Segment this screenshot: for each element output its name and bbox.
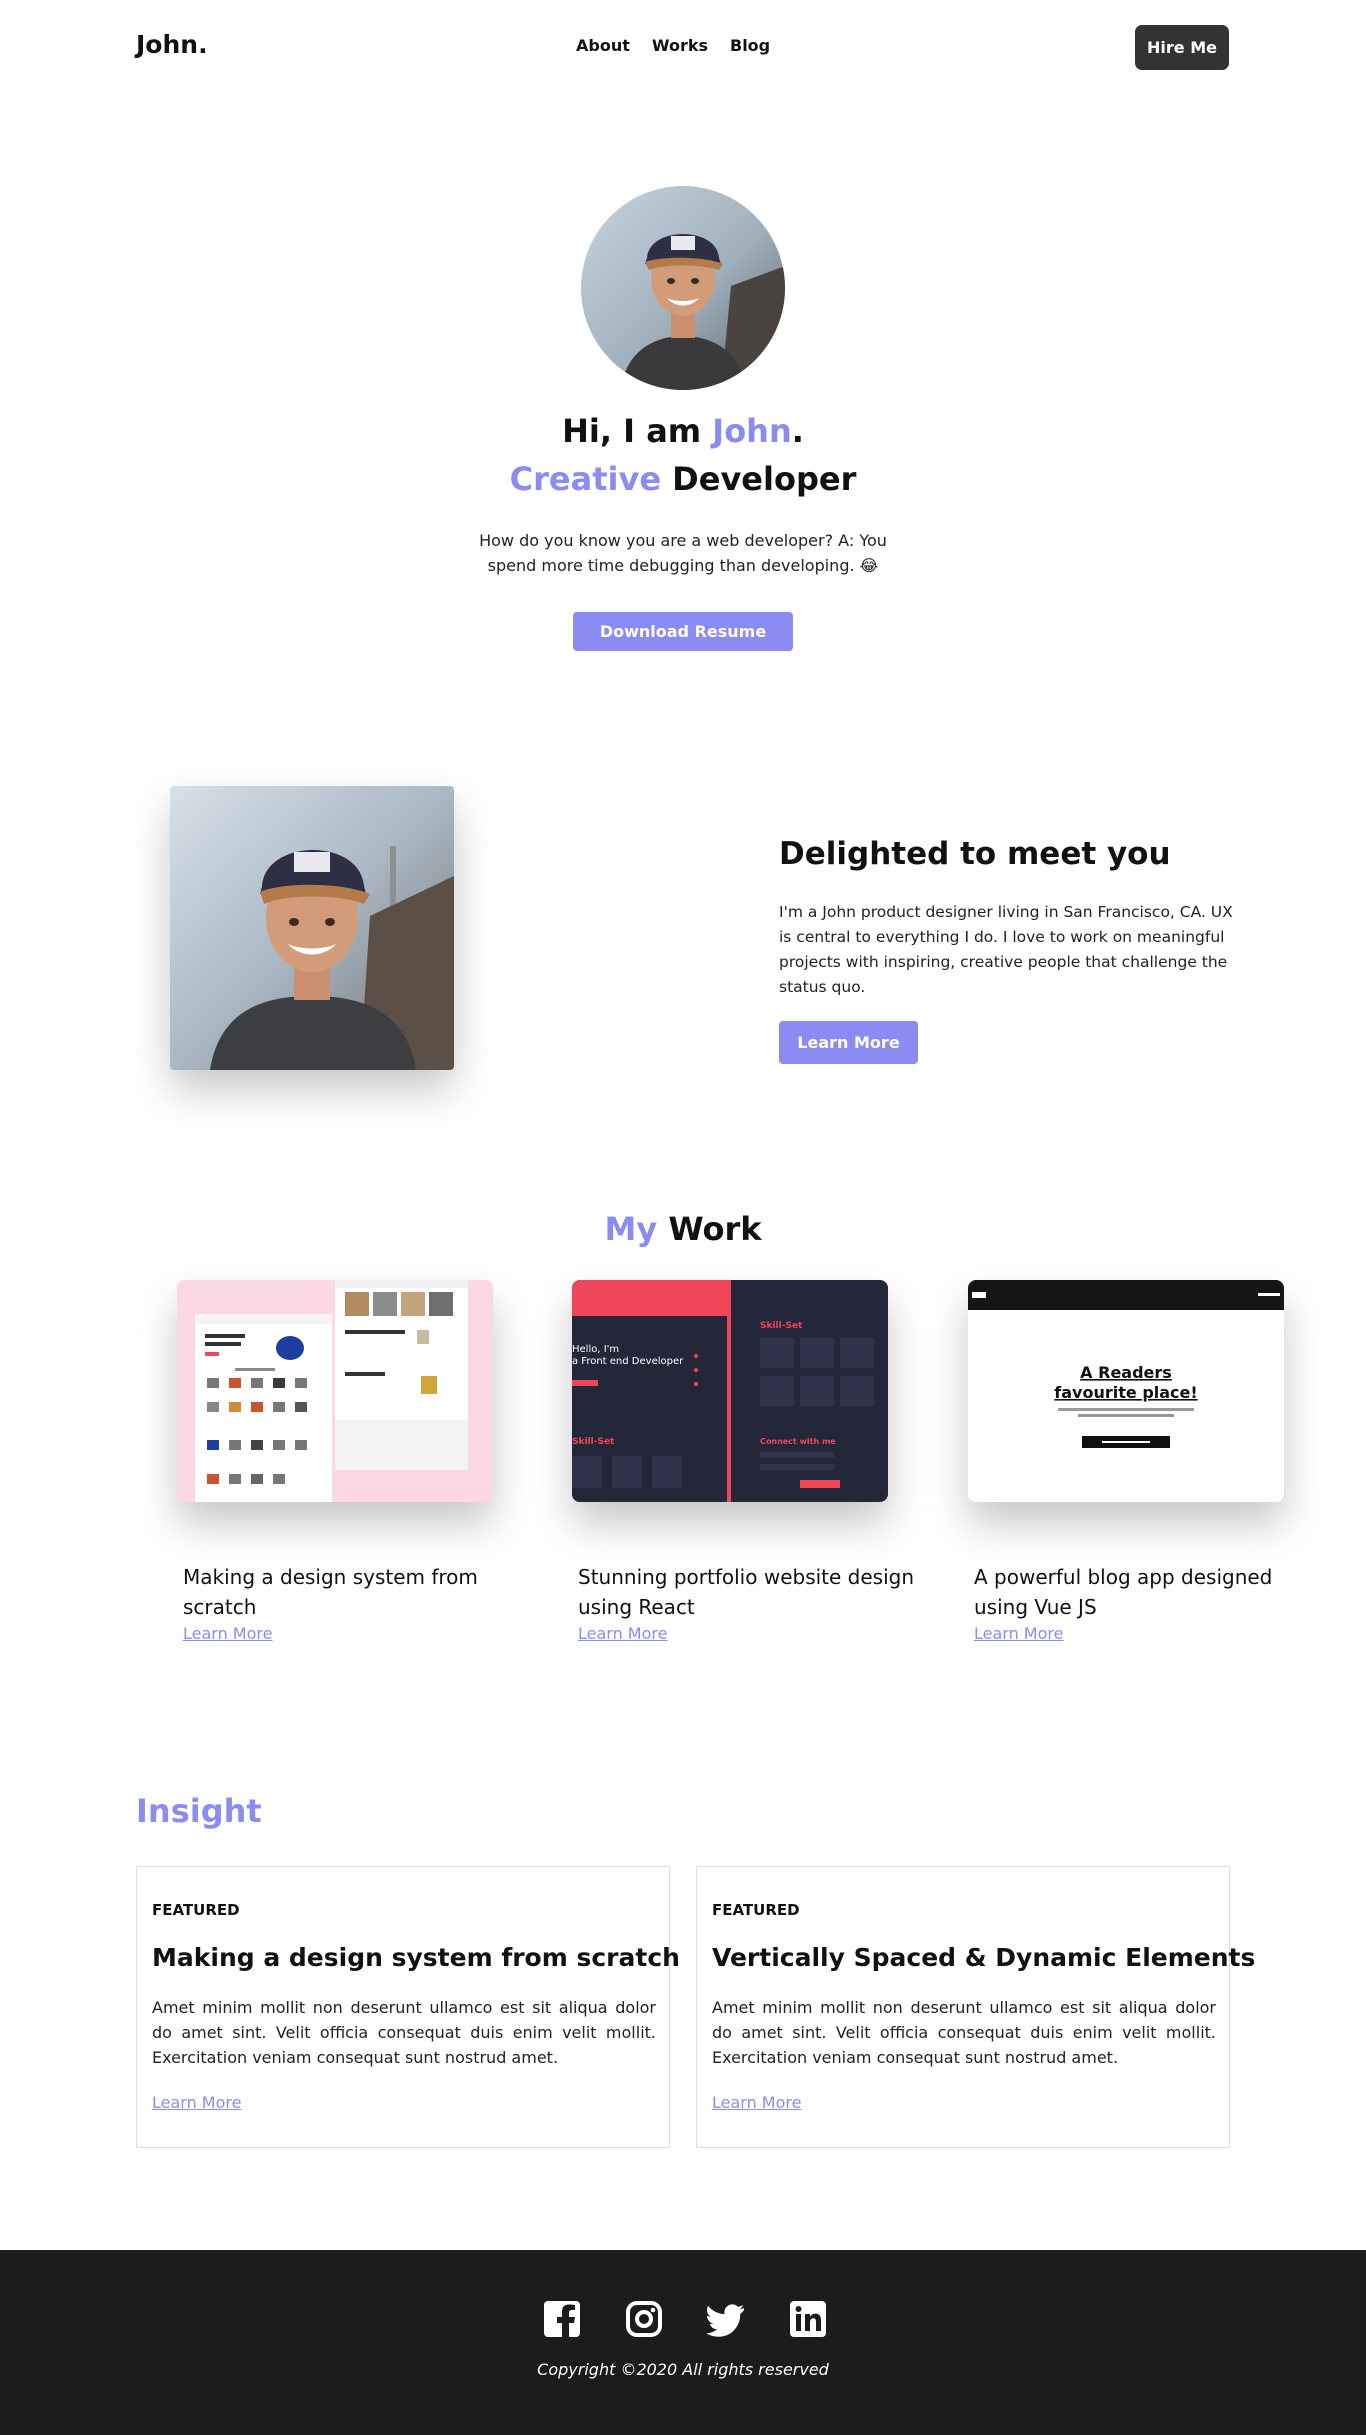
post-learn-more-link-2[interactable]: Learn More bbox=[712, 2093, 801, 2112]
instagram-icon[interactable] bbox=[625, 2300, 663, 2338]
work-title-1: Making a design system from scratch bbox=[183, 1565, 478, 1619]
post-tag-1: FEATURED bbox=[152, 1901, 240, 1919]
about-text: I'm a John product designer living in Sa… bbox=[779, 903, 1233, 996]
thumb2-hero-line1: Hello, I'm bbox=[572, 1344, 619, 1355]
about-title: Delighted to meet you bbox=[779, 836, 1171, 872]
works-title-accent: My bbox=[604, 1210, 658, 1248]
thumb2-skillset-right: Skill-Set bbox=[760, 1321, 803, 1331]
thumb2-hero-line2: a Front end Developer bbox=[572, 1356, 684, 1367]
twitter-icon[interactable] bbox=[706, 2300, 745, 2338]
post-text-2: Amet minim mollit non deserunt ullamco e… bbox=[712, 1998, 1216, 2067]
facebook-icon[interactable] bbox=[543, 2300, 581, 2338]
insight-post-1: FEATURED Making a design system from scr… bbox=[136, 1866, 680, 2148]
thumb3-headline-2: favourite place! bbox=[1054, 1383, 1197, 1402]
site-logo[interactable]: John. bbox=[136, 30, 208, 59]
nav-link-works[interactable]: Works bbox=[652, 36, 708, 55]
copyright-text: Copyright ©2020 All rights reserved bbox=[537, 2360, 829, 2379]
linkedin-icon[interactable] bbox=[789, 2300, 827, 2338]
hero-greeting-prefix: Hi, I am bbox=[562, 412, 713, 450]
work-thumbnail-3[interactable]: A Readers favourite place! bbox=[968, 1280, 1284, 1502]
work-learn-more-link-1[interactable]: Learn More bbox=[183, 1624, 272, 1643]
hire-me-button[interactable]: Hire Me bbox=[1135, 25, 1229, 70]
work-thumbnail-2[interactable]: Hello, I'm a Front end Developer Skill-S… bbox=[572, 1280, 888, 1502]
post-title-1: Making a design system from scratch bbox=[152, 1943, 680, 1972]
post-title-2: Vertically Spaced & Dynamic Elements bbox=[712, 1943, 1256, 1972]
post-learn-more-link-1[interactable]: Learn More bbox=[152, 2093, 241, 2112]
hero-description: How do you know you are a web developer?… bbox=[479, 531, 887, 575]
hero-greeting: Hi, I am John. bbox=[0, 412, 1366, 450]
post-text-1: Amet minim mollit non deserunt ullamco e… bbox=[152, 1998, 656, 2067]
hero-role-rest: Developer bbox=[661, 460, 857, 498]
work-thumbnail-1[interactable] bbox=[177, 1280, 493, 1502]
site-header: John. About Works Blog Hire Me bbox=[0, 0, 1366, 96]
about-learn-more-button[interactable]: Learn More bbox=[779, 1021, 918, 1064]
main-nav: About Works Blog bbox=[576, 36, 770, 55]
work-learn-more-link-3[interactable]: Learn More bbox=[974, 1624, 1063, 1643]
hero-role-accent: Creative bbox=[509, 460, 662, 498]
hero-greeting-suffix: . bbox=[791, 412, 804, 450]
hero-role: Creative Developer bbox=[0, 460, 1366, 498]
nav-link-about[interactable]: About bbox=[576, 36, 630, 55]
works-title-rest: Work bbox=[657, 1210, 762, 1248]
works-title: My Work bbox=[0, 1210, 1366, 1248]
insight-post-2: FEATURED Vertically Spaced & Dynamic Ele… bbox=[696, 1866, 1255, 2148]
nav-link-blog[interactable]: Blog bbox=[730, 36, 770, 55]
about-photo bbox=[170, 786, 454, 1070]
social-links bbox=[543, 2300, 827, 2338]
site-footer: Copyright ©2020 All rights reserved bbox=[0, 2250, 1366, 2435]
work-learn-more-link-2[interactable]: Learn More bbox=[578, 1624, 667, 1643]
insight-title: Insight bbox=[136, 1792, 262, 1830]
thumb3-headline-1: A Readers bbox=[1080, 1363, 1172, 1382]
thumb2-skillset-left: Skill-Set bbox=[572, 1437, 615, 1447]
work-title-2: Stunning portfolio website design using … bbox=[578, 1565, 915, 1619]
hero-avatar bbox=[581, 186, 785, 390]
download-resume-button[interactable]: Download Resume bbox=[573, 612, 793, 651]
thumb2-connect: Connect with me bbox=[760, 1437, 836, 1446]
work-title-3: A powerful blog app designed using Vue J… bbox=[974, 1565, 1273, 1619]
post-tag-2: FEATURED bbox=[712, 1901, 800, 1919]
hero-name: John bbox=[712, 412, 792, 450]
